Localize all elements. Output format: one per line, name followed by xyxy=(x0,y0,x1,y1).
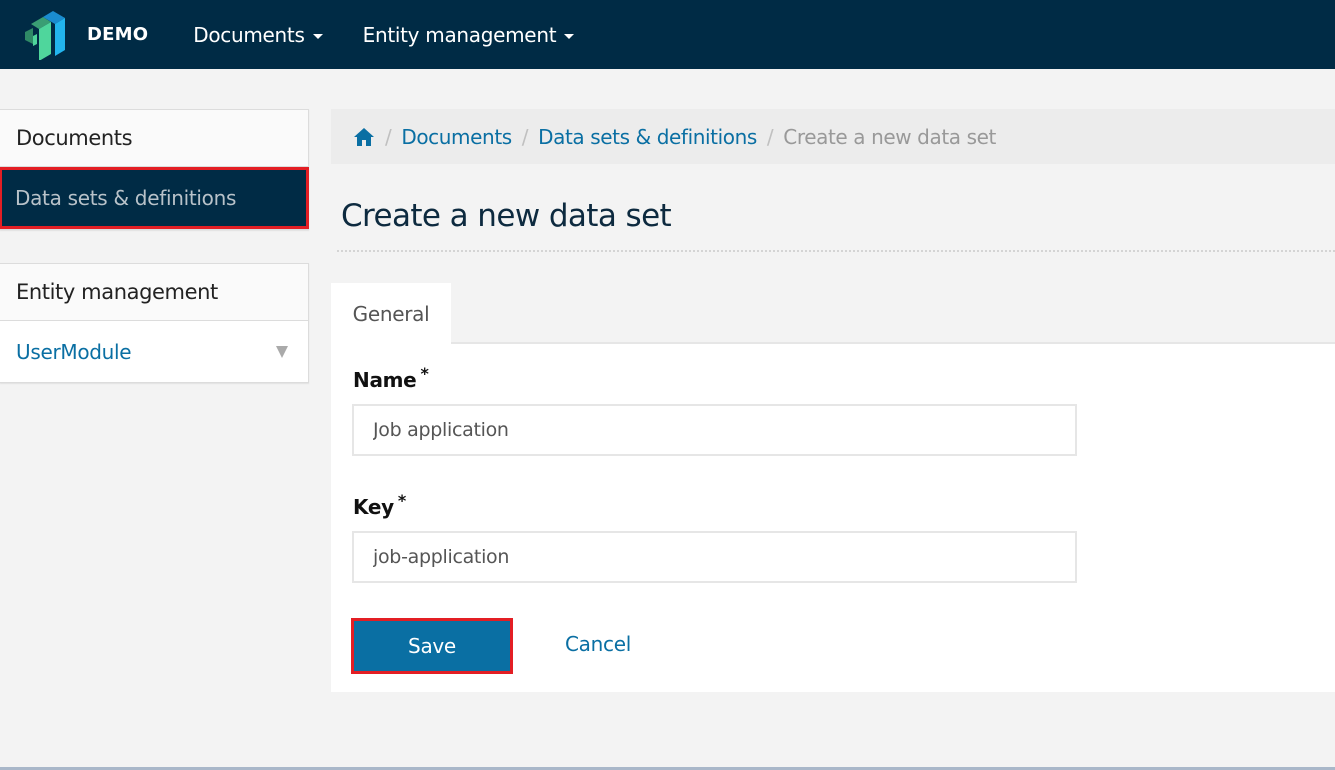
nav-menu-documents[interactable]: Documents xyxy=(193,22,323,47)
data-set-form: Name* Key* Save Cancel xyxy=(331,344,1335,692)
page-title: Create a new data set xyxy=(341,198,672,234)
sidebar-heading-entity-management: Entity management xyxy=(0,264,308,321)
brand-name[interactable]: DEMO xyxy=(87,24,148,45)
breadcrumb-documents[interactable]: Documents xyxy=(401,125,512,149)
required-marker: * xyxy=(397,491,406,510)
sidebar-item-label: UserModule xyxy=(16,339,132,364)
required-marker: * xyxy=(420,364,429,383)
sidebar-item-data-sets-definitions[interactable]: Data sets & definitions xyxy=(0,167,309,229)
caret-down-icon xyxy=(564,33,575,39)
sidebar-heading-documents: Documents xyxy=(0,110,308,167)
breadcrumb-separator: / xyxy=(385,124,392,149)
breadcrumb-current: Create a new data set xyxy=(783,124,996,149)
name-label-text: Name xyxy=(353,368,417,392)
nav-menu-label: Documents xyxy=(193,22,305,47)
cancel-link[interactable]: Cancel xyxy=(565,632,631,656)
triangle-down-icon[interactable] xyxy=(276,345,288,358)
key-label-text: Key xyxy=(353,495,394,519)
save-button[interactable]: Save xyxy=(351,618,513,674)
home-icon[interactable] xyxy=(353,127,375,147)
nav-menu-entity-management[interactable]: Entity management xyxy=(363,23,575,47)
breadcrumb: / Documents / Data sets & definitions / … xyxy=(331,109,1335,164)
tab-general[interactable]: General xyxy=(331,283,451,345)
name-label: Name * xyxy=(353,364,429,392)
sidebar-panel-entity-management: Entity management UserModule xyxy=(0,263,309,383)
title-divider xyxy=(337,250,1335,252)
app-logo-icon[interactable] xyxy=(17,10,67,60)
key-label: Key * xyxy=(353,491,406,519)
key-input[interactable] xyxy=(352,531,1077,583)
sidebar-item-usermodule[interactable]: UserModule xyxy=(0,321,308,382)
top-navbar: DEMO Documents Entity management xyxy=(0,0,1335,69)
sidebar-panel-documents: Documents Data sets & definitions xyxy=(0,109,309,230)
breadcrumb-separator: / xyxy=(766,124,774,149)
breadcrumb-separator: / xyxy=(521,124,529,149)
caret-down-icon xyxy=(312,33,323,39)
name-input[interactable] xyxy=(352,404,1077,456)
breadcrumb-data-sets-definitions[interactable]: Data sets & definitions xyxy=(538,125,757,149)
nav-menu-label: Entity management xyxy=(362,22,557,47)
